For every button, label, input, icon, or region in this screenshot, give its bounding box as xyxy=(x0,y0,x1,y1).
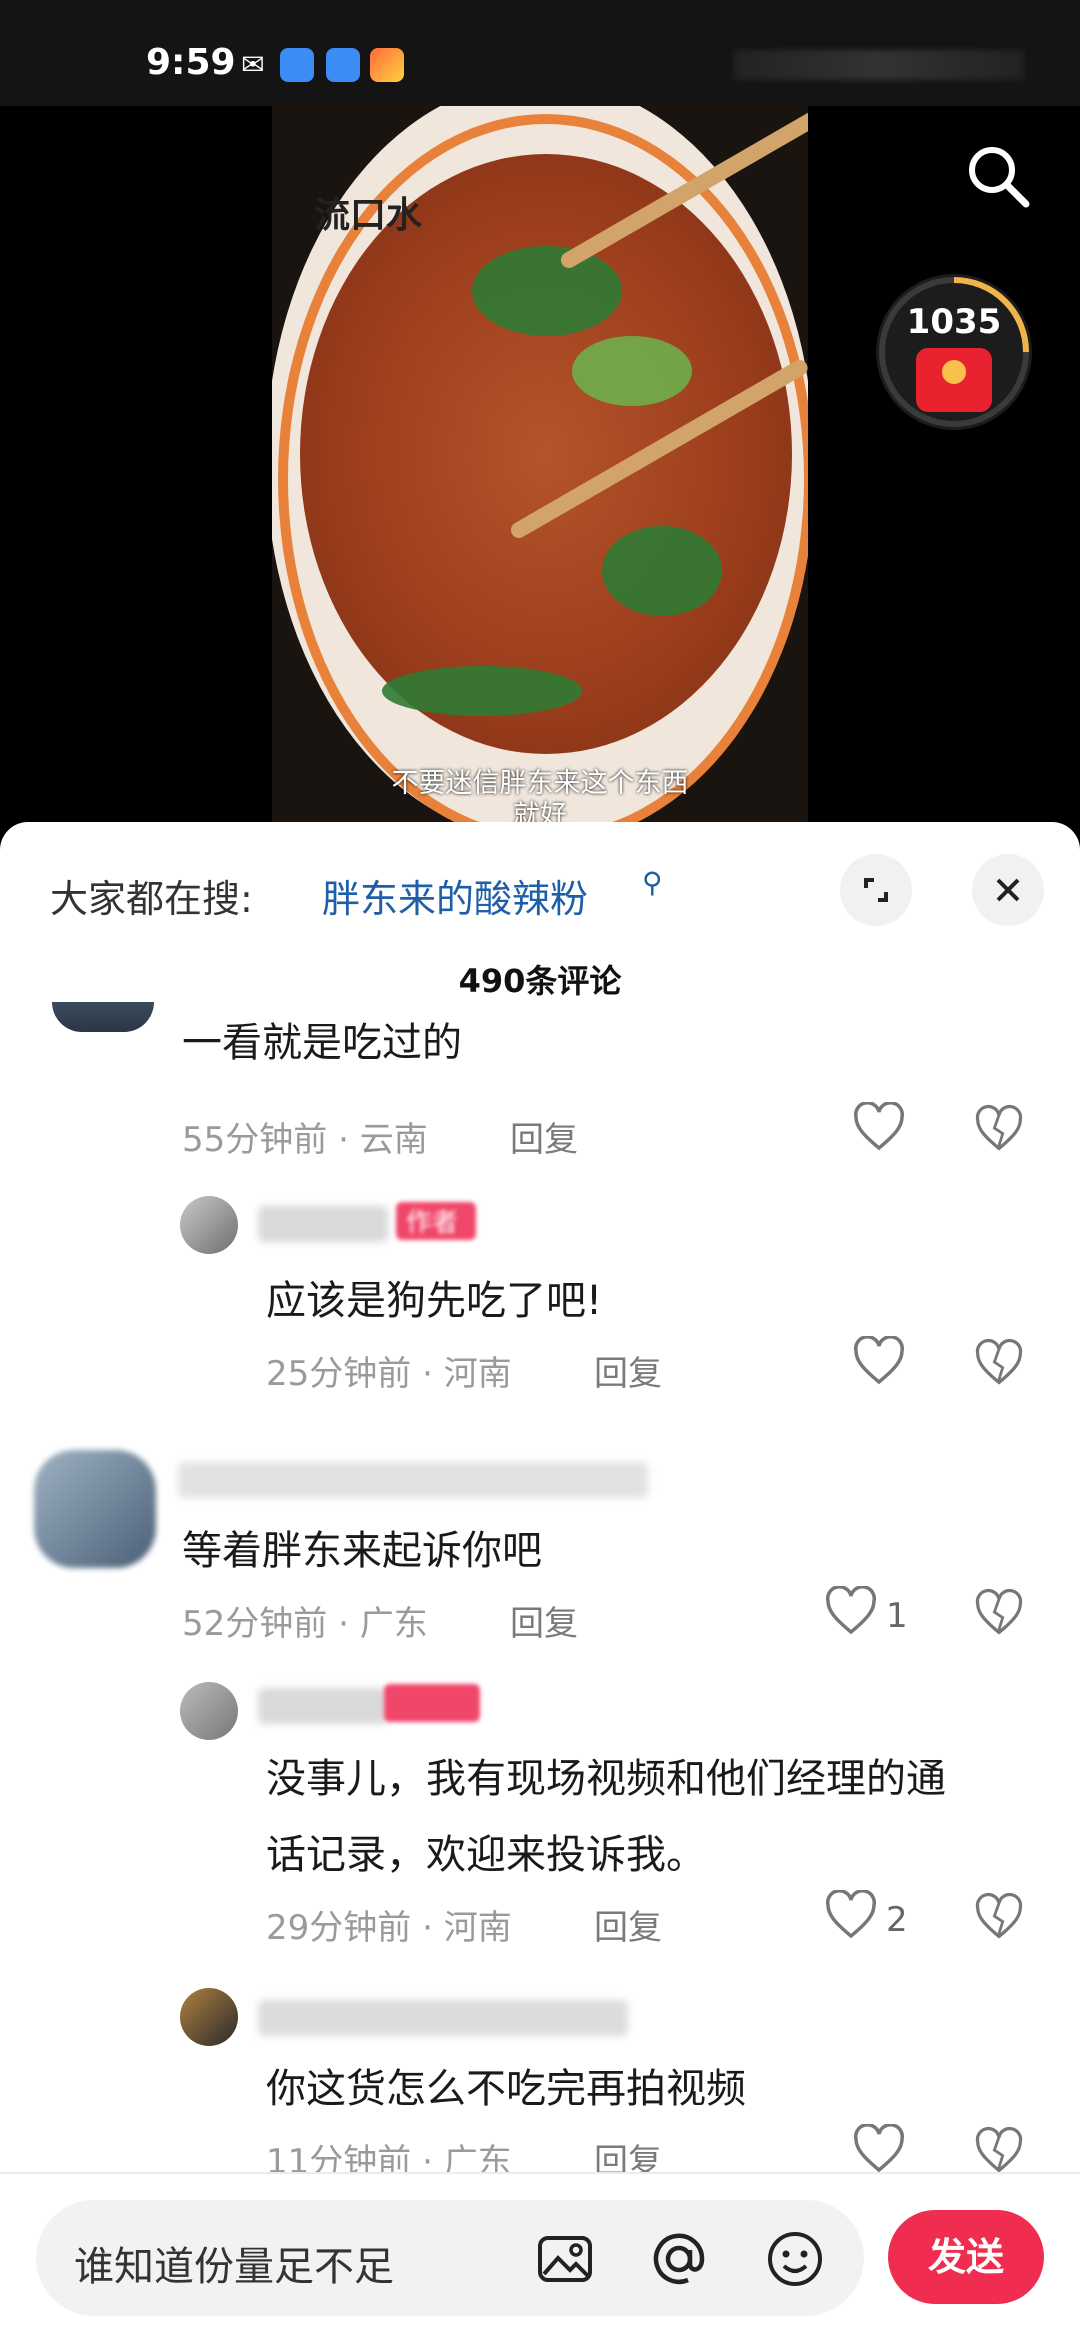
greens xyxy=(472,246,622,336)
reply-button[interactable]: 回复 xyxy=(510,1112,578,1161)
author-badge xyxy=(384,1684,480,1722)
like-heart-icon[interactable] xyxy=(852,1102,906,1152)
cloud-icon xyxy=(280,48,314,82)
reply-button[interactable]: 回复 xyxy=(594,1346,662,1395)
comment-text: 你这货怎么不吃完再拍视频 xyxy=(266,2066,746,2112)
dislike-icon[interactable] xyxy=(974,2126,1024,2176)
comment-text: 应该是狗先吃了吧! xyxy=(266,1278,603,1324)
close-button[interactable] xyxy=(972,854,1044,926)
avatar[interactable] xyxy=(34,1450,156,1568)
greens xyxy=(602,526,722,616)
comment-text: 等着胖东来起诉你吧 xyxy=(182,1528,542,1574)
like-heart-icon[interactable] xyxy=(824,1586,878,1636)
like-heart-icon[interactable] xyxy=(852,2124,906,2174)
red-envelope-icon xyxy=(916,348,992,412)
trending-search-link[interactable]: 胖东来的酸辣粉 xyxy=(322,868,588,923)
blurred-username[interactable] xyxy=(258,1206,388,1242)
app-notification-icon xyxy=(370,48,404,82)
cloud-icon xyxy=(326,48,360,82)
dislike-icon[interactable] xyxy=(974,1338,1024,1388)
wechat-icon: ✉ xyxy=(241,48,265,81)
trending-label: 大家都在搜: xyxy=(50,877,253,921)
search-small-icon: ⚲ xyxy=(642,866,663,899)
status-bar: 9:59 ✉ xyxy=(0,0,1080,106)
bowl-brand-text: 流口水 xyxy=(314,195,423,236)
image-icon[interactable] xyxy=(536,2230,594,2288)
dislike-icon[interactable] xyxy=(974,1588,1024,1638)
like-heart-icon[interactable] xyxy=(824,1890,878,1940)
reply-button[interactable]: 回复 xyxy=(594,1900,662,1949)
video-player[interactable]: 流口水 不要迷信胖东来这个东西 就好 xyxy=(272,106,808,826)
comment-composer: 谁知道份量足不足 发送 xyxy=(0,2172,1080,2342)
like-count: 1 xyxy=(886,1596,908,1636)
blurred-username[interactable] xyxy=(258,2000,628,2036)
avatar[interactable] xyxy=(180,1682,238,1740)
blurred-username[interactable] xyxy=(258,1688,388,1724)
mention-icon[interactable] xyxy=(650,2230,708,2288)
status-time: 9:59 xyxy=(146,42,236,83)
subtitle-line: 不要迷信胖东来这个东西 xyxy=(391,768,689,799)
blurred-username[interactable] xyxy=(178,1462,648,1498)
avatar[interactable] xyxy=(180,1196,238,1254)
comment-text: 话记录，欢迎来投诉我。 xyxy=(266,1832,706,1878)
comment-meta: 52分钟前 · 广东 xyxy=(182,1604,428,1644)
reply-button[interactable]: 回复 xyxy=(510,1596,578,1645)
like-count: 2 xyxy=(886,1900,908,1940)
status-indicators xyxy=(734,50,1024,80)
comment-meta: 25分钟前 · 河南 xyxy=(266,1354,512,1394)
greens xyxy=(382,666,582,716)
expand-button[interactable] xyxy=(840,854,912,926)
expand-icon xyxy=(864,878,888,902)
send-button[interactable]: 发送 xyxy=(888,2210,1044,2304)
emoji-icon[interactable] xyxy=(766,2230,824,2288)
comment-text: 没事儿，我有现场视频和他们经理的通 xyxy=(266,1756,946,1802)
avatar[interactable] xyxy=(52,1002,154,1032)
comment-count: 490条评论 xyxy=(458,962,622,1000)
comment-meta: 29分钟前 · 河南 xyxy=(266,1908,512,1948)
coin-count: 1035 xyxy=(906,302,1002,342)
dislike-icon[interactable] xyxy=(974,1104,1024,1154)
comment-sheet: 大家都在搜: 胖东来的酸辣粉 ⚲ 490条评论 一看就是吃过的 55分钟前 · … xyxy=(0,822,1080,2340)
comment-input[interactable]: 谁知道份量足不足 xyxy=(36,2200,864,2316)
video-subtitle: 不要迷信胖东来这个东西 就好 xyxy=(272,768,808,826)
avatar[interactable] xyxy=(180,1988,238,2046)
like-heart-icon[interactable] xyxy=(852,1336,906,1386)
close-icon xyxy=(996,878,1020,902)
dislike-icon[interactable] xyxy=(974,1892,1024,1942)
comment-meta: 55分钟前 · 云南 xyxy=(182,1120,428,1160)
reward-widget[interactable]: 1035 xyxy=(876,274,1032,430)
search-icon[interactable] xyxy=(962,140,1034,212)
author-badge: 作者 xyxy=(396,1202,476,1240)
comment-input-value[interactable]: 谁知道份量足不足 xyxy=(74,2234,394,2292)
greens xyxy=(572,336,692,406)
comment-text: 一看就是吃过的 xyxy=(182,1020,462,1066)
soup-image xyxy=(300,154,792,754)
